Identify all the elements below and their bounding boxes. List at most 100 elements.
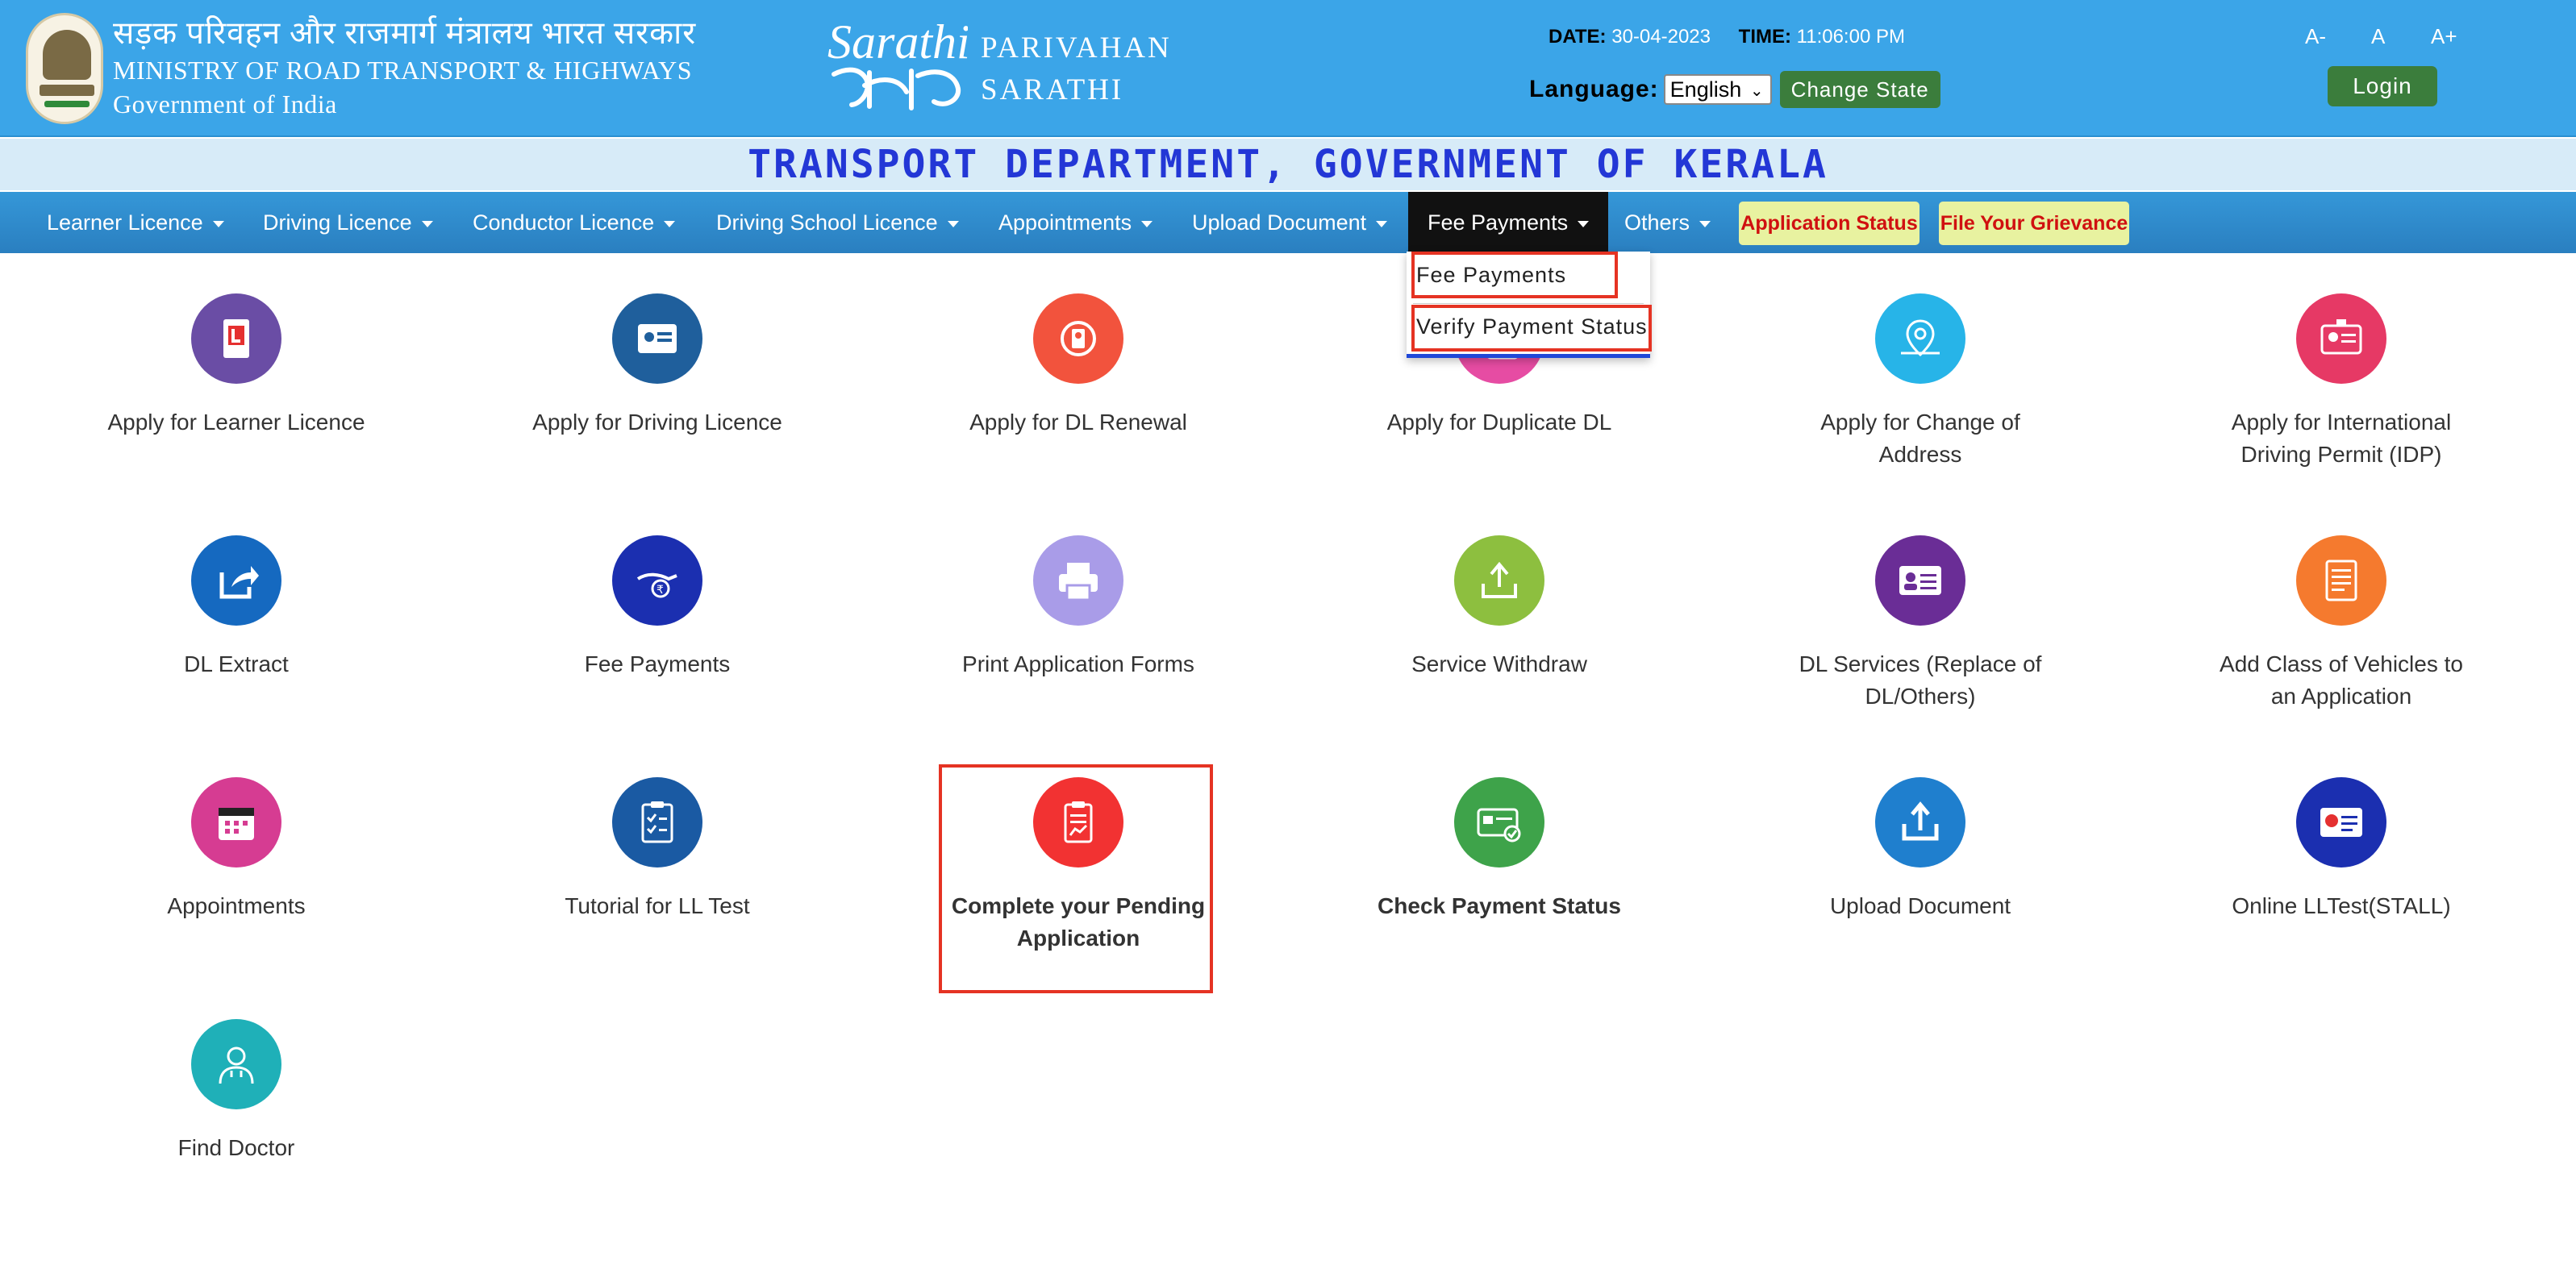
highlight-box-fee-payments <box>1411 252 1618 298</box>
font-normal-button[interactable]: A <box>2371 24 2385 49</box>
nav-conductor-licence[interactable]: Conductor Licence <box>473 192 676 253</box>
service-tile[interactable]: Apply for Change of Address <box>1783 293 2057 471</box>
service-tile-label[interactable]: Appointments <box>99 890 373 922</box>
service-tile[interactable]: Add Class of Vehicles to an Application <box>2204 535 2478 713</box>
id-card-icon[interactable] <box>1875 535 1965 626</box>
service-tile[interactable]: DL Services (Replace of DL/Others) <box>1783 535 2057 713</box>
service-tile[interactable]: Apply for International Driving Permit (… <box>2204 293 2478 471</box>
caret-down-icon <box>1578 221 1590 227</box>
nav-label: Learner Licence <box>47 210 203 235</box>
service-tile[interactable]: Online LLTest(STALL) <box>2204 777 2478 922</box>
department-title: TRANSPORT DEPARTMENT, GOVERNMENT OF KERA… <box>748 142 1828 187</box>
brand-line-1: PARIVAHAN <box>981 31 1172 64</box>
document-list-icon[interactable] <box>2296 535 2386 626</box>
service-tile-label[interactable]: Apply for Learner Licence <box>99 406 373 439</box>
highlight-box-verify-payment-status <box>1411 305 1652 352</box>
application-status-link[interactable]: Application Status <box>1739 202 1919 245</box>
caret-down-icon <box>421 221 433 227</box>
sarathi-logo: Sarathi <box>827 15 968 110</box>
withdraw-tray-icon[interactable] <box>1454 535 1544 626</box>
service-tile-label[interactable]: Find Doctor <box>99 1132 373 1164</box>
department-banner: TRANSPORT DEPARTMENT, GOVERNMENT OF KERA… <box>0 139 2576 190</box>
location-pin-icon[interactable] <box>1875 293 1965 384</box>
printer-icon[interactable] <box>1033 535 1123 626</box>
service-tile-label[interactable]: Tutorial for LL Test <box>520 890 794 922</box>
change-state-button[interactable]: Change State <box>1779 71 1940 108</box>
service-tile-label[interactable]: Service Withdraw <box>1362 648 1636 680</box>
nav-label: Conductor Licence <box>473 210 655 235</box>
dl-renewal-icon[interactable] <box>1033 293 1123 384</box>
nav-driving-licence[interactable]: Driving Licence <box>263 192 433 253</box>
nav-fee-payments[interactable]: Fee Payments <box>1408 192 1609 253</box>
nav-label: Fee Payments <box>1428 210 1569 235</box>
service-tile[interactable]: Apply for DL Renewal <box>941 293 1215 439</box>
service-tile-label[interactable]: DL Services (Replace of DL/Others) <box>1783 648 2057 713</box>
main-navbar: Learner Licence Driving Licence Conducto… <box>0 192 2576 253</box>
doctor-icon[interactable] <box>191 1019 281 1109</box>
service-tile[interactable]: Apply for Driving Licence <box>520 293 794 439</box>
highlight-box-pending-application <box>939 764 1213 993</box>
nav-label: Driving School Licence <box>716 210 938 235</box>
service-tile-label[interactable]: Upload Document <box>1783 890 2057 922</box>
service-tile-label[interactable]: Online LLTest(STALL) <box>2204 890 2478 922</box>
nav-label: Driving Licence <box>263 210 412 235</box>
nav-learner-licence[interactable]: Learner Licence <box>47 192 224 253</box>
share-arrow-icon[interactable] <box>191 535 281 626</box>
service-tile-label[interactable]: Apply for International Driving Permit (… <box>2204 406 2478 471</box>
brand-line-2: SARATHI <box>981 73 1124 106</box>
learner-licence-icon[interactable] <box>191 293 281 384</box>
hand-rupee-icon[interactable]: ₹ <box>612 535 702 626</box>
service-tile[interactable]: ₹ Fee Payments <box>520 535 794 680</box>
service-tile-label[interactable]: Fee Payments <box>520 648 794 680</box>
service-tile[interactable]: Service Withdraw <box>1362 535 1636 680</box>
time-value: 11:06:00 PM <box>1796 26 1905 48</box>
online-test-icon[interactable] <box>2296 777 2386 867</box>
idp-icon[interactable] <box>2296 293 2386 384</box>
language-selected-value: English <box>1669 77 1742 102</box>
font-increase-button[interactable]: A+ <box>2431 24 2457 49</box>
service-tile[interactable]: Check Payment Status <box>1362 777 1636 922</box>
service-tile[interactable]: Upload Document <box>1783 777 2057 922</box>
service-tile[interactable]: Print Application Forms <box>941 535 1215 680</box>
ministry-hindi-title: सड़क परिवहन और राजमार्ग मंत्रालय भारत सर… <box>113 16 697 51</box>
service-tile-label[interactable]: Add Class of Vehicles to an Application <box>2204 648 2478 713</box>
national-emblem-logo <box>26 13 103 124</box>
nav-upload-document[interactable]: Upload Document <box>1192 192 1388 253</box>
calendar-icon[interactable] <box>191 777 281 867</box>
service-tile[interactable]: Tutorial for LL Test <box>520 777 794 922</box>
service-tile-label[interactable]: Apply for DL Renewal <box>941 406 1215 439</box>
service-tile-label[interactable]: Print Application Forms <box>941 648 1215 680</box>
caret-down-icon <box>212 221 224 227</box>
language-row: Language: English ⌄ Change State <box>1529 71 1940 108</box>
nav-others[interactable]: Others <box>1624 192 1711 253</box>
service-tile[interactable]: DL Extract <box>99 535 373 680</box>
service-tile[interactable]: Find Doctor <box>99 1019 373 1164</box>
ministry-english-title: MINISTRY OF ROAD TRANSPORT & HIGHWAYS <box>113 56 693 85</box>
service-tile-label[interactable]: Apply for Driving Licence <box>520 406 794 439</box>
file-grievance-link[interactable]: File Your Grievance <box>1939 202 2129 245</box>
service-tile-label[interactable]: Apply for Change of Address <box>1783 406 2057 471</box>
nav-appointments[interactable]: Appointments <box>998 192 1153 253</box>
government-of-india: Government of India <box>113 89 337 119</box>
nav-driving-school-licence[interactable]: Driving School Licence <box>716 192 959 253</box>
upload-tray-icon[interactable] <box>1875 777 1965 867</box>
caret-down-icon <box>664 221 676 227</box>
site-header: सड़क परिवहन और राजमार्ग मंत्रालय भारत सर… <box>0 0 2576 137</box>
caret-down-icon <box>947 221 959 227</box>
service-tile[interactable]: Apply for Learner Licence <box>99 293 373 439</box>
service-tile-label[interactable]: Check Payment Status <box>1362 890 1636 922</box>
service-tile-label[interactable]: Apply for Duplicate DL <box>1362 406 1636 439</box>
checklist-icon[interactable] <box>612 777 702 867</box>
time-label: TIME: <box>1738 26 1791 48</box>
svg-text:Sarathi: Sarathi <box>827 15 968 69</box>
service-tile-label[interactable]: DL Extract <box>99 648 373 680</box>
nav-label: Upload Document <box>1192 210 1367 235</box>
brand-name: PARIVAHAN SARATHI <box>981 27 1172 111</box>
service-tile[interactable]: Appointments <box>99 777 373 922</box>
language-select[interactable]: English ⌄ <box>1663 74 1772 105</box>
nav-label: Appointments <box>998 210 1132 235</box>
driving-licence-icon[interactable] <box>612 293 702 384</box>
font-decrease-button[interactable]: A- <box>2305 24 2326 49</box>
payment-card-check-icon[interactable] <box>1454 777 1544 867</box>
login-button[interactable]: Login <box>2328 66 2437 106</box>
